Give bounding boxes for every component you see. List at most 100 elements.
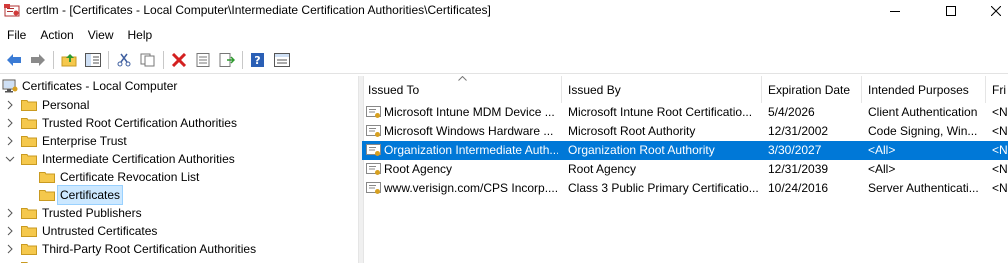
chevron-down-icon[interactable] xyxy=(5,150,15,168)
tree-item-label: Intermediate Certification Authorities xyxy=(42,152,235,166)
tree-item-label: Certificates xyxy=(57,185,124,205)
cell-purposes: Code Signing, Win... xyxy=(868,124,978,138)
up-folder-icon[interactable] xyxy=(59,50,79,70)
certificate-icon xyxy=(366,124,382,139)
tree-root[interactable]: Certificates - Local Computer xyxy=(2,77,177,95)
window-title: certlm - [Certificates - Local Computer\… xyxy=(26,3,491,17)
tree-item-certificates[interactable]: Certificates xyxy=(39,185,124,205)
cell-issued-by: Class 3 Public Primary Certificatio... xyxy=(568,181,758,195)
column-label: Intended Purposes xyxy=(868,82,969,97)
certificate-icon xyxy=(366,181,382,196)
tree-item-label: Certificate Revocation List xyxy=(60,170,200,184)
tree-item-crl[interactable]: Certificate Revocation List xyxy=(39,168,199,186)
chevron-right-icon[interactable] xyxy=(5,96,15,114)
tree-root-label: Certificates - Local Computer xyxy=(22,79,178,93)
column-header-issued-by[interactable]: Issued By xyxy=(562,76,762,103)
cell-purposes: <All> xyxy=(868,143,896,157)
tree-item-label: Personal xyxy=(42,98,90,112)
forward-icon[interactable] xyxy=(28,50,48,70)
table-row[interactable]: www.verisign.com/CPS Incorp.... Class 3 … xyxy=(362,179,1008,198)
chevron-right-icon[interactable] xyxy=(5,204,15,222)
cell-expiration: 5/4/2026 xyxy=(768,105,815,119)
title-bar: certlm - [Certificates - Local Computer\… xyxy=(0,0,1008,22)
chevron-right-icon[interactable] xyxy=(5,114,15,132)
cell-issued-to: Microsoft Windows Hardware ... xyxy=(384,124,554,138)
tree-item-enterprise-trust[interactable]: Enterprise Trust xyxy=(5,132,127,150)
menu-view[interactable]: View xyxy=(81,25,121,45)
toolbar-separator xyxy=(108,51,109,69)
column-label: Issued To xyxy=(368,82,420,97)
back-icon[interactable] xyxy=(4,50,24,70)
table-row[interactable]: Root Agency Root Agency 12/31/2039 <All>… xyxy=(362,160,1008,179)
cell-issued-by: Root Agency xyxy=(568,162,637,176)
certificate-icon xyxy=(366,143,382,158)
certificate-manager-icon xyxy=(4,3,20,19)
column-header-expiration[interactable]: Expiration Date xyxy=(762,76,862,103)
menu-action[interactable]: Action xyxy=(33,25,80,45)
tree-item-partial[interactable] xyxy=(5,258,42,263)
export-icon[interactable] xyxy=(217,50,237,70)
folder-icon xyxy=(21,117,37,129)
help-icon[interactable]: ? xyxy=(248,50,268,70)
certificate-icon xyxy=(366,162,382,177)
column-header-friendly-name[interactable]: Fri xyxy=(986,76,1008,103)
minimize-button[interactable] xyxy=(872,0,918,22)
cell-issued-to: Organization Intermediate Auth... xyxy=(384,143,558,157)
certificate-icon xyxy=(366,105,382,120)
cell-purposes: Server Authenticati... xyxy=(868,181,979,195)
cell-friendly-name: <N xyxy=(992,181,1008,195)
tree-item-personal[interactable]: Personal xyxy=(5,96,89,114)
toolbar-separator xyxy=(163,51,164,69)
cell-issued-by: Microsoft Root Authority xyxy=(568,124,696,138)
tree-item-untrusted[interactable]: Untrusted Certificates xyxy=(5,222,157,240)
folder-icon xyxy=(21,225,37,237)
toolbar-divider xyxy=(0,73,1008,74)
tree-item-intermediate-ca[interactable]: Intermediate Certification Authorities xyxy=(5,150,235,168)
cell-expiration: 12/31/2002 xyxy=(768,124,829,138)
certificate-list: Issued To Issued By Expiration Date Inte… xyxy=(362,76,1008,263)
tree-item-label: Trusted Publishers xyxy=(42,206,142,220)
cell-friendly-name: <N xyxy=(992,162,1008,176)
tree-item-third-party-root[interactable]: Third-Party Root Certification Authoriti… xyxy=(5,240,256,258)
folder-icon xyxy=(21,135,37,147)
svg-text:?: ? xyxy=(254,54,260,67)
table-row-selected[interactable]: Organization Intermediate Auth... Organi… xyxy=(362,141,1008,160)
delete-icon[interactable] xyxy=(169,50,189,70)
column-label: Expiration Date xyxy=(768,82,851,97)
copy-icon[interactable] xyxy=(138,50,158,70)
column-header-issued-to[interactable]: Issued To xyxy=(362,76,562,103)
maximize-button[interactable] xyxy=(928,0,974,22)
cut-icon[interactable] xyxy=(114,50,134,70)
cell-expiration: 3/30/2027 xyxy=(768,143,822,157)
column-header-purposes[interactable]: Intended Purposes xyxy=(862,76,986,103)
menu-file[interactable]: File xyxy=(0,25,33,45)
cell-friendly-name: <N xyxy=(992,105,1008,119)
column-label: Issued By xyxy=(568,82,621,97)
folder-icon xyxy=(39,189,55,201)
properties-icon[interactable] xyxy=(193,50,213,70)
folder-icon xyxy=(21,243,37,255)
cell-friendly-name: <N xyxy=(992,143,1008,157)
chevron-right-icon[interactable] xyxy=(5,132,15,150)
chevron-right-icon[interactable] xyxy=(5,222,15,240)
table-row[interactable]: Microsoft Intune MDM Device ... Microsof… xyxy=(362,103,1008,122)
show-hide-tree-icon[interactable] xyxy=(83,50,103,70)
menu-bar: File Action View Help xyxy=(0,25,159,45)
tree-item-trusted-publishers[interactable]: Trusted Publishers xyxy=(5,204,142,222)
menu-help[interactable]: Help xyxy=(121,25,160,45)
cell-purposes: <All> xyxy=(868,162,896,176)
toolbar: ? xyxy=(0,48,1008,72)
chevron-right-icon[interactable] xyxy=(5,240,15,258)
cell-issued-to: Microsoft Intune MDM Device ... xyxy=(384,105,555,119)
close-button[interactable] xyxy=(984,0,1008,22)
view-icon[interactable] xyxy=(272,50,292,70)
table-row[interactable]: Microsoft Windows Hardware ... Microsoft… xyxy=(362,122,1008,141)
sort-ascending-icon xyxy=(458,76,467,83)
cell-issued-by: Organization Root Authority xyxy=(568,143,715,157)
cell-expiration: 10/24/2016 xyxy=(768,181,829,195)
folder-icon xyxy=(21,207,37,219)
cell-purposes: Client Authentication xyxy=(868,105,978,119)
folder-icon xyxy=(21,99,37,111)
cell-issued-to: www.verisign.com/CPS Incorp.... xyxy=(384,181,558,195)
tree-item-trusted-root[interactable]: Trusted Root Certification Authorities xyxy=(5,114,237,132)
